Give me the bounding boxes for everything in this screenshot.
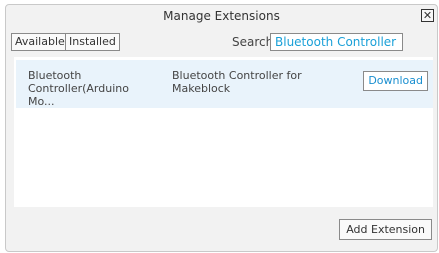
tab-available[interactable]: Available xyxy=(11,33,69,51)
search-input[interactable] xyxy=(270,33,403,51)
dialog-title: Manage Extensions xyxy=(163,9,280,23)
add-extension-button[interactable]: Add Extension xyxy=(339,219,432,240)
close-icon: ✕ xyxy=(422,9,433,22)
download-button[interactable]: Download xyxy=(363,71,428,91)
title-bar: Manage Extensions ✕ xyxy=(6,5,437,29)
search-label: Search xyxy=(232,35,274,49)
tab-installed[interactable]: Installed xyxy=(65,33,120,51)
close-button[interactable]: ✕ xyxy=(421,9,434,22)
extension-description: Bluetooth Controller for Makeblock xyxy=(172,69,302,95)
extension-list: Bluetooth Controller(Arduino Mo... Bluet… xyxy=(14,57,433,207)
extension-name: Bluetooth Controller(Arduino Mo... xyxy=(28,69,129,108)
toolbar: Available Installed Search xyxy=(6,32,437,54)
manage-extensions-dialog: Manage Extensions ✕ Available Installed … xyxy=(5,4,438,252)
list-item[interactable]: Bluetooth Controller(Arduino Mo... Bluet… xyxy=(16,60,433,108)
